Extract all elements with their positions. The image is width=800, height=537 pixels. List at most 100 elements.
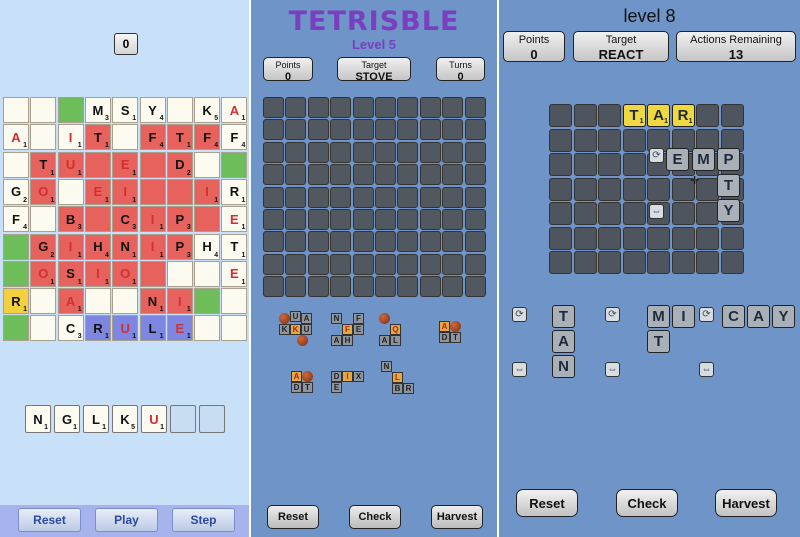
rack-tile[interactable]: K5 xyxy=(112,405,138,433)
grid-cell[interactable] xyxy=(419,209,441,230)
rack-tile[interactable]: G1 xyxy=(54,405,80,433)
board-cell[interactable] xyxy=(30,288,57,315)
grid-cell[interactable] xyxy=(330,186,352,208)
piece-letter[interactable]: A xyxy=(301,313,312,324)
grid-cell[interactable] xyxy=(622,251,646,274)
piece-letter[interactable]: F xyxy=(342,324,353,335)
grid-cell[interactable] xyxy=(397,276,419,298)
piece-tile[interactable]: A xyxy=(747,305,770,328)
grid-cell[interactable] xyxy=(419,253,441,275)
piece-letter[interactable]: F xyxy=(353,313,364,324)
grid-cell[interactable] xyxy=(263,186,284,208)
grid-cell[interactable] xyxy=(352,119,374,141)
grid-cell[interactable] xyxy=(622,177,646,201)
board-cell[interactable] xyxy=(57,97,84,123)
board-cell[interactable] xyxy=(30,124,57,151)
piece-tile[interactable]: A xyxy=(552,330,575,353)
rotate-icon[interactable]: ⟳ xyxy=(699,307,714,322)
piece-letter[interactable]: L xyxy=(390,335,401,346)
grid-cell[interactable] xyxy=(375,141,396,163)
grid-cell[interactable] xyxy=(352,97,374,118)
board-cell[interactable] xyxy=(112,288,139,315)
grid-cell[interactable] xyxy=(622,128,646,152)
word-tile[interactable]: T1 xyxy=(622,104,646,127)
grid-cell[interactable] xyxy=(375,209,396,230)
grid-cell[interactable] xyxy=(464,97,486,118)
grid-cell[interactable] xyxy=(285,231,307,253)
board-cell[interactable] xyxy=(139,151,166,178)
board-cell[interactable] xyxy=(30,206,57,233)
grid-cell[interactable] xyxy=(622,226,646,250)
grid-cell[interactable] xyxy=(720,226,744,250)
grid-cell[interactable] xyxy=(375,119,396,141)
piece-letter[interactable]: I xyxy=(342,371,353,382)
grid-cell[interactable] xyxy=(307,119,329,141)
grid-cell[interactable] xyxy=(330,253,352,275)
floating-tile[interactable]: E xyxy=(666,148,689,171)
piece-letter[interactable]: L xyxy=(392,372,403,383)
board-cell[interactable] xyxy=(112,124,139,151)
rack-tile[interactable]: U1 xyxy=(141,405,167,433)
piece-letter[interactable]: B xyxy=(392,383,403,394)
rotate-icon[interactable]: ⟳ xyxy=(649,148,664,163)
harvest-button[interactable]: Harvest xyxy=(431,505,483,529)
grid-cell[interactable] xyxy=(622,153,646,176)
board-cell[interactable] xyxy=(3,97,29,123)
rack-slot-empty[interactable] xyxy=(199,405,225,433)
grid-cell[interactable] xyxy=(464,231,486,253)
floating-tile[interactable]: Y xyxy=(717,199,740,222)
grid-cell[interactable] xyxy=(375,253,396,275)
grid-cell[interactable] xyxy=(549,128,572,152)
grid-cell[interactable] xyxy=(696,251,719,274)
piece-letter[interactable]: A xyxy=(291,371,302,382)
grid-cell[interactable] xyxy=(330,97,352,118)
piece-letter[interactable]: A xyxy=(379,335,390,346)
grid-cell[interactable] xyxy=(696,202,719,225)
grid-cell[interactable] xyxy=(696,177,719,201)
grid-cell[interactable] xyxy=(442,276,464,298)
grid-cell[interactable] xyxy=(720,251,744,274)
grid-cell[interactable] xyxy=(442,97,464,118)
word-tile[interactable]: R1 xyxy=(671,104,695,127)
grid-cell[interactable] xyxy=(671,226,695,250)
grid-cell[interactable] xyxy=(598,128,621,152)
swap-icon[interactable]: ⇔ xyxy=(605,362,620,377)
board-cell[interactable] xyxy=(3,151,29,178)
grid-cell[interactable] xyxy=(352,186,374,208)
grid-cell[interactable] xyxy=(598,226,621,250)
grid-cell[interactable] xyxy=(307,253,329,275)
rotate-icon[interactable]: ⟳ xyxy=(512,307,527,322)
grid-cell[interactable] xyxy=(307,141,329,163)
grid-cell[interactable] xyxy=(549,202,572,225)
grid-cell[interactable] xyxy=(307,97,329,118)
grid-cell[interactable] xyxy=(442,141,464,163)
piece-letter[interactable]: H xyxy=(342,335,353,346)
grid-cell[interactable] xyxy=(419,276,441,298)
board-cell[interactable] xyxy=(194,206,221,233)
grid-cell[interactable] xyxy=(696,226,719,250)
board-cell[interactable] xyxy=(166,260,193,287)
grid-cell[interactable] xyxy=(375,276,396,298)
piece-tile[interactable]: I xyxy=(672,305,695,328)
grid-cell[interactable] xyxy=(375,164,396,186)
grid-cell[interactable] xyxy=(307,186,329,208)
board-cell[interactable] xyxy=(3,260,29,287)
board-cell[interactable] xyxy=(194,315,221,342)
grid-cell[interactable] xyxy=(573,226,597,250)
grid-cell[interactable] xyxy=(464,253,486,275)
grid-cell[interactable] xyxy=(464,164,486,186)
grid-cell[interactable] xyxy=(352,276,374,298)
floating-tile[interactable]: T xyxy=(717,174,740,197)
grid-cell[interactable] xyxy=(573,128,597,152)
harvest-button[interactable]: Harvest xyxy=(715,489,777,517)
grid-cell[interactable] xyxy=(263,97,284,118)
grid-cell[interactable] xyxy=(419,97,441,118)
piece-letter[interactable]: T xyxy=(450,332,461,343)
grid-cell[interactable] xyxy=(549,104,572,127)
grid-cell[interactable] xyxy=(671,202,695,225)
grid-cell[interactable] xyxy=(419,186,441,208)
grid-cell[interactable] xyxy=(671,251,695,274)
board-cell[interactable] xyxy=(221,288,248,315)
grid-cell[interactable] xyxy=(622,202,646,225)
grid-cell[interactable] xyxy=(419,141,441,163)
